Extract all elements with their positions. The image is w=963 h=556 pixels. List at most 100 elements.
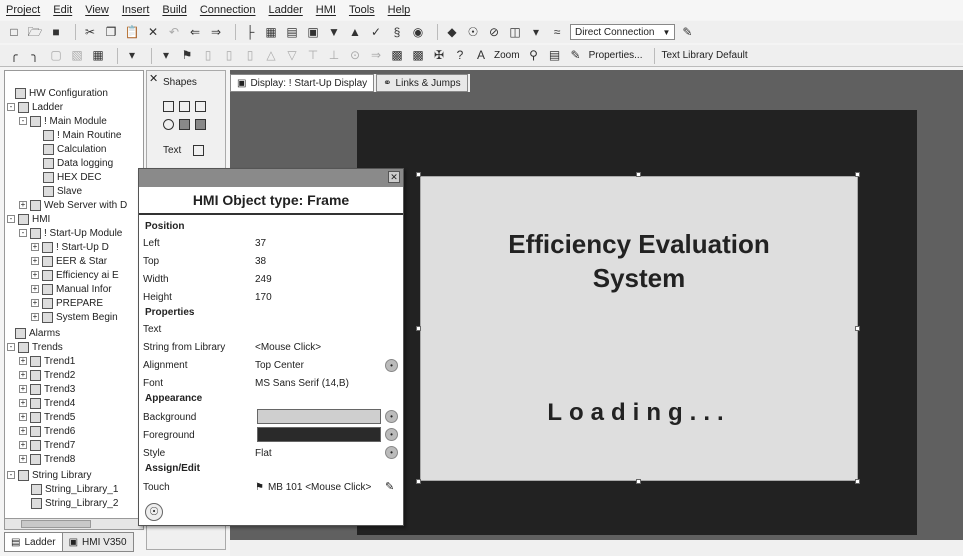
close-icon[interactable]: ✕: [388, 171, 400, 183]
collapse-icon[interactable]: -: [7, 103, 15, 111]
prop-value[interactable]: 38: [255, 256, 401, 267]
stop-icon[interactable]: ⊘: [486, 25, 502, 40]
zoom-icon[interactable]: ⚲: [526, 48, 542, 63]
tree-item-trend8[interactable]: + Trend8: [19, 453, 75, 465]
resize-handle[interactable]: [416, 172, 421, 177]
layer-icon[interactable]: ▯: [200, 48, 216, 63]
frame-object[interactable]: Efficiency Evaluation System Loading...: [420, 176, 858, 481]
menu-help[interactable]: Help: [388, 4, 411, 16]
send-back-icon[interactable]: ▽: [284, 48, 300, 63]
screen-icon[interactable]: ▤: [547, 48, 563, 63]
expand-icon[interactable]: +: [31, 271, 39, 279]
dropdown-arrow-icon[interactable]: ▾: [528, 25, 544, 40]
menu-project[interactable]: Project: [6, 4, 40, 16]
arrow-icon[interactable]: ⇒: [368, 48, 384, 63]
background-color-swatch[interactable]: [257, 409, 381, 424]
resize-handle[interactable]: [416, 479, 421, 484]
tree-item-calculation[interactable]: Calculation: [43, 143, 106, 155]
paste-icon[interactable]: 📋: [124, 25, 140, 40]
tab-startup-display[interactable]: ▣ Display: ! Start-Up Display: [230, 74, 375, 92]
prop-row-left[interactable]: Left 37: [143, 235, 401, 251]
expand-icon[interactable]: +: [19, 413, 27, 421]
text-icon[interactable]: A: [473, 48, 489, 63]
tree-item-hmi[interactable]: - HMI: [7, 213, 50, 225]
scrollbar-thumb[interactable]: [21, 520, 91, 528]
download-icon[interactable]: ▼: [326, 25, 342, 40]
display-icon[interactable]: ▣: [305, 25, 321, 40]
resize-handle[interactable]: [416, 326, 421, 331]
tree-item-string-library[interactable]: - String Library: [7, 469, 91, 481]
connect-icon[interactable]: ☉: [465, 25, 481, 40]
image-icon[interactable]: ▩: [389, 48, 405, 63]
color-picker-icon[interactable]: •: [385, 410, 398, 423]
prop-row-height[interactable]: Height 170: [143, 289, 401, 305]
edit-connection-icon[interactable]: ✎: [679, 25, 695, 40]
tree-item-alarms[interactable]: Alarms: [15, 327, 60, 339]
resize-handle[interactable]: [855, 479, 860, 484]
center-icon[interactable]: ⊙: [347, 48, 363, 63]
pencil-edit-icon[interactable]: ✎: [385, 480, 394, 493]
tree-item-string-library-1[interactable]: String_Library_1: [31, 483, 118, 495]
image-shape-icon[interactable]: [193, 145, 204, 156]
menu-tools[interactable]: Tools: [349, 4, 375, 16]
expand-icon[interactable]: +: [31, 313, 39, 321]
tab-hmi[interactable]: ▣ HMI V350: [61, 532, 134, 552]
prop-row-touch[interactable]: Touch ⚑ MB 101 <Mouse Click>: [143, 479, 401, 495]
prop-row-text[interactable]: Text: [143, 321, 401, 337]
expand-icon[interactable]: +: [19, 201, 27, 209]
image-icon[interactable]: ▩: [410, 48, 426, 63]
tree-item-trend2[interactable]: + Trend2: [19, 369, 75, 381]
expand-icon[interactable]: +: [31, 299, 39, 307]
tree-item-web-server[interactable]: + Web Server with D: [19, 199, 127, 211]
copy-icon[interactable]: ❐: [103, 25, 119, 40]
prop-value[interactable]: Flat: [255, 448, 401, 459]
align-right-icon[interactable]: ╮: [27, 48, 43, 63]
undo-icon[interactable]: ↶: [166, 25, 182, 40]
prop-value[interactable]: Top Center: [255, 360, 401, 371]
tree-item-hw-config[interactable]: HW Configuration: [15, 87, 108, 99]
resize-handle[interactable]: [855, 172, 860, 177]
expand-icon[interactable]: +: [19, 441, 27, 449]
alignment-picker-icon[interactable]: •: [385, 359, 398, 372]
prop-value[interactable]: 170: [255, 292, 401, 303]
tag-icon[interactable]: ⚑: [179, 48, 195, 63]
align-top-icon[interactable]: ⊤: [305, 48, 321, 63]
grid-icon[interactable]: ▦: [90, 48, 106, 63]
online-icon[interactable]: ◉: [410, 25, 426, 40]
tree-item-startup-display[interactable]: + ! Start-Up D: [31, 241, 109, 253]
tree-item-ladder[interactable]: - Ladder: [7, 101, 63, 113]
align-left-icon[interactable]: ╭: [6, 48, 22, 63]
menu-build[interactable]: Build: [162, 4, 186, 16]
prop-value[interactable]: 249: [255, 274, 401, 285]
upload-icon[interactable]: ▲: [347, 25, 363, 40]
prop-value[interactable]: MS Sans Serif (14,B): [255, 378, 401, 389]
compile-icon[interactable]: ▦: [263, 25, 279, 40]
properties-titlebar[interactable]: ✕: [139, 169, 403, 187]
tree-item-hex-dec[interactable]: HEX DEC: [43, 171, 101, 183]
filled-frame-shape-icon[interactable]: [195, 119, 206, 130]
layer-icon[interactable]: ▯: [242, 48, 258, 63]
prop-row-style[interactable]: Style Flat: [143, 445, 401, 461]
forward-arrow-icon[interactable]: ⇒: [208, 25, 224, 40]
tree-item-trend7[interactable]: + Trend7: [19, 439, 75, 451]
window-icon[interactable]: ◫: [507, 25, 523, 40]
new-file-icon[interactable]: □: [6, 25, 22, 40]
rect-shape-icon[interactable]: [179, 101, 190, 112]
prop-row-alignment[interactable]: Alignment Top Center: [143, 357, 401, 373]
menu-view[interactable]: View: [85, 4, 109, 16]
tree-item-manual-info[interactable]: + Manual Infor: [31, 283, 112, 295]
globe-help-icon[interactable]: ☉: [145, 503, 163, 521]
expand-icon[interactable]: +: [19, 427, 27, 435]
collapse-icon[interactable]: -: [19, 229, 27, 237]
tab-ladder[interactable]: ▤ Ladder: [4, 532, 63, 552]
tree-item-main-routine[interactable]: ! Main Routine: [43, 129, 121, 141]
tree-item-trend1[interactable]: + Trend1: [19, 355, 75, 367]
menu-connection[interactable]: Connection: [200, 4, 256, 16]
ladder-rung-icon[interactable]: ├: [242, 25, 258, 40]
ellipse-shape-icon[interactable]: [163, 119, 174, 130]
tree-item-trends[interactable]: - Trends: [7, 341, 63, 353]
group-icon[interactable]: ▢: [48, 48, 64, 63]
tree-item-system-begin[interactable]: + System Begin: [31, 311, 118, 323]
tab-links-jumps[interactable]: ⚭ Links & Jumps: [376, 74, 468, 92]
signal-icon[interactable]: ≈: [549, 25, 565, 40]
